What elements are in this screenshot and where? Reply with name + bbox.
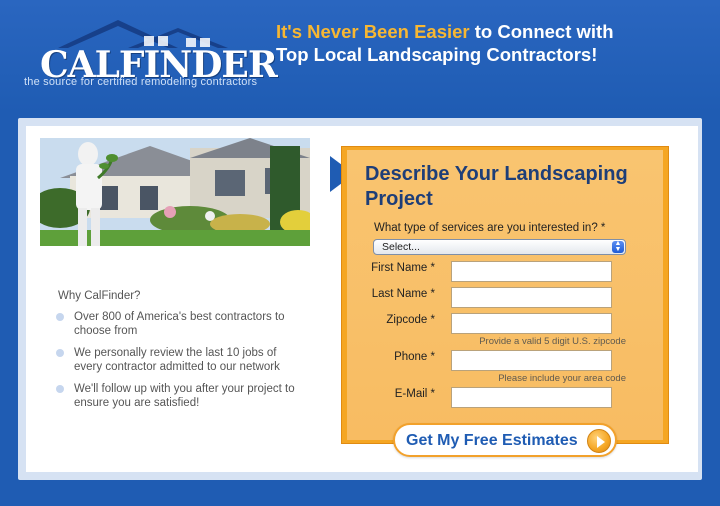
landscaping-house-photo [40,138,310,246]
zipcode-label: Zipcode * [386,314,435,326]
form-title: Describe Your Landscaping Project [365,163,628,210]
first-name-field[interactable] [451,261,612,282]
submit-label: Get My Free Estimates [406,432,578,449]
get-estimates-button[interactable]: Get My Free Estimates [393,423,617,457]
logo-tagline: the source for certified remodeling cont… [24,76,258,88]
calfinder-logo[interactable]: CALFINDER the source for certified remod… [22,18,278,98]
bullet-dot-icon [56,349,64,357]
list-item: Over 800 of America's best contractors t… [56,310,296,338]
phone-label: Phone * [394,351,435,363]
select-value: Select... [382,241,420,253]
site-header: CALFINDER the source for certified remod… [0,0,720,112]
service-type-select[interactable]: Select... ▲ ▼ [373,239,626,255]
why-calfinder-title: Why CalFinder? [58,290,141,302]
phone-hint: Please include your area code [498,373,626,384]
list-item: We'll follow up with you after your proj… [56,382,296,410]
last-name-label: Last Name * [371,288,435,300]
last-name-field[interactable] [451,287,612,308]
first-name-label: First Name * [371,262,435,274]
phone-field[interactable] [451,350,612,371]
zipcode-hint: Provide a valid 5 digit U.S. zipcode [479,336,626,347]
headline-accent: It's Never Been Easier [276,21,470,42]
bullet-dot-icon [56,385,64,393]
header-headline: It's Never Been Easier to Connect with T… [276,20,706,66]
headline-line2: Top Local Landscaping Contractors! [276,44,598,65]
zipcode-field[interactable] [451,313,612,334]
email-label: E-Mail * [394,388,435,400]
bullet-dot-icon [56,313,64,321]
service-question-label: What type of services are you interested… [374,222,606,234]
why-calfinder-list: Over 800 of America's best contractors t… [56,310,296,418]
updown-arrows-icon: ▲ ▼ [612,240,624,253]
play-arrow-icon [587,429,611,453]
house-garden-illustration [40,138,310,246]
headline-rest: to Connect with [469,21,614,42]
email-field[interactable] [451,387,612,408]
list-item: We personally review the last 10 jobs of… [56,346,296,374]
